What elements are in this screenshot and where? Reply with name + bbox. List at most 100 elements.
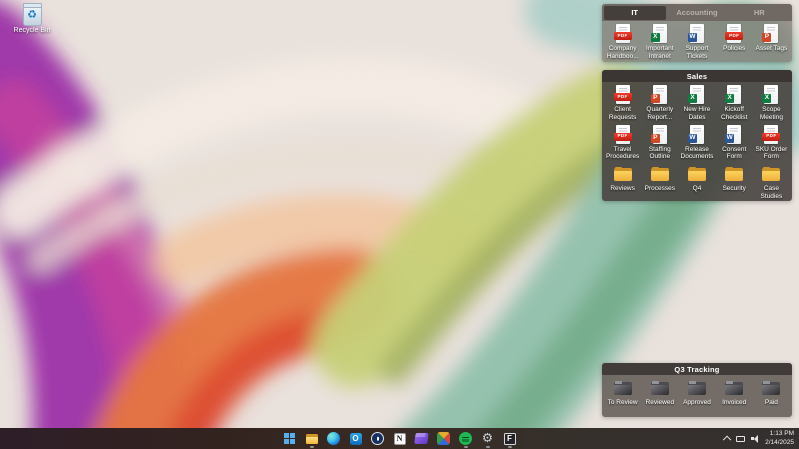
fence-item-label: Policies <box>723 45 745 53</box>
fence-item[interactable]: Invoiced <box>716 378 753 407</box>
taskbar-start-button[interactable] <box>281 429 299 448</box>
fence-item[interactable]: W Support Tickets <box>678 24 715 62</box>
fence-sales: Sales PDF Client Requests P Quarterly Re… <box>602 70 792 201</box>
fence-tab[interactable]: Accounting <box>666 6 728 20</box>
fence-item[interactable]: P Staffing Outline <box>641 125 678 162</box>
taskbar-fences-app[interactable]: F <box>501 429 519 448</box>
folder-icon <box>613 164 633 184</box>
fence-item[interactable]: PDF Company Handboo... <box>604 24 641 62</box>
folderdark-icon <box>613 378 633 398</box>
fence-item[interactable]: Processes <box>641 164 678 201</box>
fence-item[interactable]: P Quarterly Report... <box>641 85 678 122</box>
fence-item[interactable]: Paid <box>753 378 790 407</box>
pinwheel-icon <box>437 432 450 445</box>
system-tray: 1:13 PM 2/14/2025 <box>725 428 794 449</box>
fence-sales-items: PDF Client Requests P Quarterly Report..… <box>602 82 792 201</box>
taskbar-pinwheel-app[interactable] <box>435 429 453 448</box>
fence-item[interactable]: PDF Client Requests <box>604 85 641 122</box>
taskbar: O N ⚙ F 1:13 PM 2/14/2025 <box>0 428 799 449</box>
explorer-icon <box>305 432 319 446</box>
fence-it: IT Accounting HR PDF Company Handboo... … <box>602 4 792 62</box>
fence-item-label: Paid <box>765 399 778 407</box>
fence-item[interactable]: PDF Policies <box>716 24 753 62</box>
fence-item[interactable]: PDF SKU Order Form <box>753 125 790 162</box>
taskbar-outlook[interactable]: O <box>347 429 365 448</box>
taskbar-edge-browser[interactable] <box>325 429 343 448</box>
fence-item[interactable]: Reviewed <box>641 378 678 407</box>
settings-icon: ⚙ <box>481 432 495 446</box>
taskbar-spotify[interactable] <box>457 429 475 448</box>
wallet-icon <box>414 433 428 444</box>
folderdark-icon <box>761 378 781 398</box>
fence-item[interactable]: Security <box>716 164 753 201</box>
fence-item[interactable]: Approved <box>678 378 715 407</box>
taskbar-settings[interactable]: ⚙ <box>479 429 497 448</box>
fence-item[interactable]: Q4 <box>678 164 715 201</box>
fence-it-tabs[interactable]: IT Accounting HR <box>602 4 792 21</box>
folder-icon <box>761 164 781 184</box>
excel-icon: X <box>724 85 744 105</box>
taskbar-wallet-app[interactable] <box>413 429 431 448</box>
fence-tab-label: IT <box>631 8 638 17</box>
fence-sales-title[interactable]: Sales <box>602 70 792 82</box>
fence-item[interactable]: X Scope Meeting <box>753 85 790 122</box>
edge-icon <box>327 432 340 445</box>
fence-item-label: Reviews <box>610 185 635 193</box>
start-icon <box>283 432 297 446</box>
fence-it-items: PDF Company Handboo... X Important Intra… <box>602 21 792 62</box>
tray-chevron-up-icon[interactable] <box>723 435 731 443</box>
fence-item[interactable]: X New Hire Dates <box>678 85 715 122</box>
desktop: ♻ Recycle Bin IT Accounting HR PDF Compa… <box>0 0 799 449</box>
fence-item-label: Q4 <box>693 185 702 193</box>
taskbar-1password[interactable] <box>369 429 387 448</box>
fence-item[interactable]: X Important Intranet Links <box>641 24 678 62</box>
fence-item-label: New Hire Dates <box>679 106 715 122</box>
taskbar-file-explorer[interactable] <box>303 429 321 448</box>
folderdark-icon <box>650 378 670 398</box>
notion-icon: N <box>394 433 406 445</box>
fence-q3: Q3 Tracking To Review Reviewed Approved … <box>602 363 792 417</box>
word-icon: W <box>687 125 707 145</box>
taskbar-notion[interactable]: N <box>391 429 409 448</box>
fence-item-label: Client Requests <box>605 106 641 122</box>
fence-item[interactable]: Reviews <box>604 164 641 201</box>
spotify-icon <box>459 432 472 445</box>
ppt-icon: P <box>761 24 781 44</box>
word-icon: W <box>687 24 707 44</box>
folder-icon <box>687 164 707 184</box>
fence-item-label: Kickoff Checklist <box>716 106 752 122</box>
excel-icon: X <box>650 24 670 44</box>
fence-item[interactable]: W Release Documents <box>678 125 715 162</box>
fence-item-label: Support Tickets <box>679 45 715 61</box>
recycle-symbol-icon: ♻ <box>27 10 37 21</box>
fence-tab-label: HR <box>754 8 765 17</box>
fence-item-label: Asset Tags <box>756 45 788 53</box>
fence-item[interactable]: To Review <box>604 378 641 407</box>
fence-item-label: Reviewed <box>646 399 675 407</box>
fence-item-label: Staffing Outline <box>642 146 678 162</box>
fences-icon: F <box>504 433 516 445</box>
folderdark-icon <box>724 378 744 398</box>
fence-item-label: Scope Meeting <box>753 106 789 122</box>
recycle-bin-label: Recycle Bin <box>14 27 51 34</box>
fence-tab[interactable]: IT <box>604 6 666 20</box>
fence-item[interactable]: W Consent Form <box>716 125 753 162</box>
tray-date: 2/14/2025 <box>765 439 794 448</box>
recycle-bin[interactable]: ♻ Recycle Bin <box>8 4 56 34</box>
pdf-icon: PDF <box>613 125 633 145</box>
taskbar-icons: O N ⚙ F <box>281 428 519 449</box>
excel-icon: X <box>687 85 707 105</box>
fence-q3-title[interactable]: Q3 Tracking <box>602 363 792 375</box>
fence-item[interactable]: P Asset Tags <box>753 24 790 62</box>
tray-time: 1:13 PM <box>765 430 794 439</box>
onepassword-icon <box>371 432 384 445</box>
fence-tab[interactable]: HR <box>728 6 790 20</box>
fence-item[interactable]: PDF Travel Procedures <box>604 125 641 162</box>
fence-item[interactable]: X Kickoff Checklist <box>716 85 753 122</box>
tray-clock[interactable]: 1:13 PM 2/14/2025 <box>765 430 794 448</box>
volume-icon[interactable] <box>751 435 759 443</box>
network-icon[interactable] <box>736 436 745 442</box>
fence-item-label: SKU Order Form <box>753 146 789 162</box>
fence-item-label: Quarterly Report... <box>642 106 678 122</box>
fence-item[interactable]: Case Studies <box>753 164 790 201</box>
